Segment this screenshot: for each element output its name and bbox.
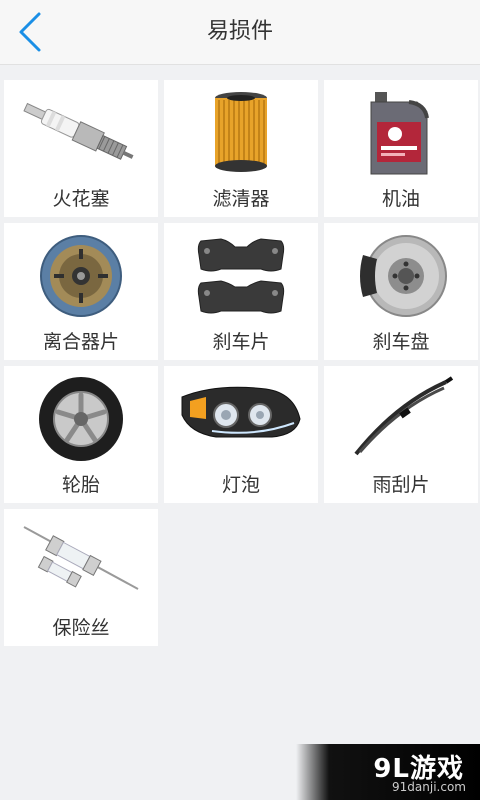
page-title: 易损件 [206,19,273,44]
wiper-blade-icon [354,376,454,456]
parts-grid: 火花塞 滤清器 机油 离合器片 刹车片 刹车盘 轮胎 灯泡 雨刮片 保险丝 [4,80,478,646]
tire-icon [39,377,123,461]
brake-disc-icon [360,235,447,317]
part-label: 滤清器 [212,188,270,210]
part-label: 机油 [381,188,420,210]
part-tile-fuse[interactable]: 保险丝 [4,509,158,646]
watermark-url: 91danji.com [392,780,466,794]
part-tile-brake-pad[interactable]: 刹车片 [164,223,318,360]
part-tile-engine-oil[interactable]: 机油 [324,80,478,217]
part-label: 刹车盘 [372,331,430,353]
part-tile-spark-plug[interactable]: 火花塞 [4,80,158,217]
header-bar: 易损件 [0,0,480,65]
part-label: 离合器片 [42,331,119,353]
part-label: 轮胎 [61,474,100,496]
part-label: 雨刮片 [372,474,430,496]
part-label: 刹车片 [212,331,270,353]
spark-plug-icon [23,102,134,160]
fuse-icon [23,526,139,590]
brake-pad-icon [197,238,285,314]
headlight-icon [181,386,301,438]
watermark: 9L游戏 91danji.com [296,744,480,800]
part-tile-headlight[interactable]: 灯泡 [164,366,318,503]
clutch-disc-icon [40,235,122,317]
part-tile-clutch-disc[interactable]: 离合器片 [4,223,158,360]
part-label: 灯泡 [221,474,260,496]
part-tile-brake-disc[interactable]: 刹车盘 [324,223,478,360]
part-tile-tire[interactable]: 轮胎 [4,366,158,503]
part-tile-wiper-blade[interactable]: 雨刮片 [324,366,478,503]
part-tile-filter[interactable]: 滤清器 [164,80,318,217]
part-label: 保险丝 [52,617,110,639]
filter-icon [215,92,267,172]
part-label: 火花塞 [52,188,110,210]
engine-oil-icon [370,92,429,175]
